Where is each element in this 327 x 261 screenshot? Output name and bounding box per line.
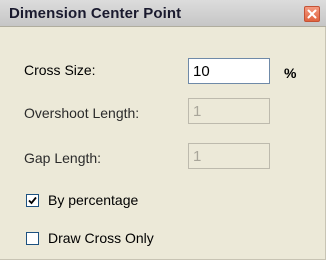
- title-bar[interactable]: Dimension Center Point: [0, 0, 326, 27]
- cross-size-label: Cross Size:: [24, 62, 96, 78]
- overshoot-length-label: Overshoot Length:: [24, 105, 140, 121]
- gap-length-label: Gap Length:: [24, 150, 102, 166]
- close-icon: [307, 9, 317, 19]
- dialog-title: Dimension Center Point: [9, 5, 182, 22]
- by-percentage-label[interactable]: By percentage: [48, 192, 138, 208]
- checkmark-icon: [28, 196, 37, 205]
- overshoot-length-input[interactable]: [188, 98, 270, 124]
- cross-size-unit: %: [284, 65, 297, 81]
- draw-cross-only-checkbox[interactable]: [26, 232, 39, 245]
- by-percentage-checkbox[interactable]: [26, 194, 39, 207]
- gap-length-input[interactable]: [188, 143, 270, 169]
- draw-cross-only-label[interactable]: Draw Cross Only: [48, 230, 154, 246]
- dimension-center-point-dialog: Dimension Center Point Cross Size: % Ove…: [0, 0, 326, 260]
- cross-size-input[interactable]: [188, 58, 270, 84]
- close-button[interactable]: [304, 6, 320, 22]
